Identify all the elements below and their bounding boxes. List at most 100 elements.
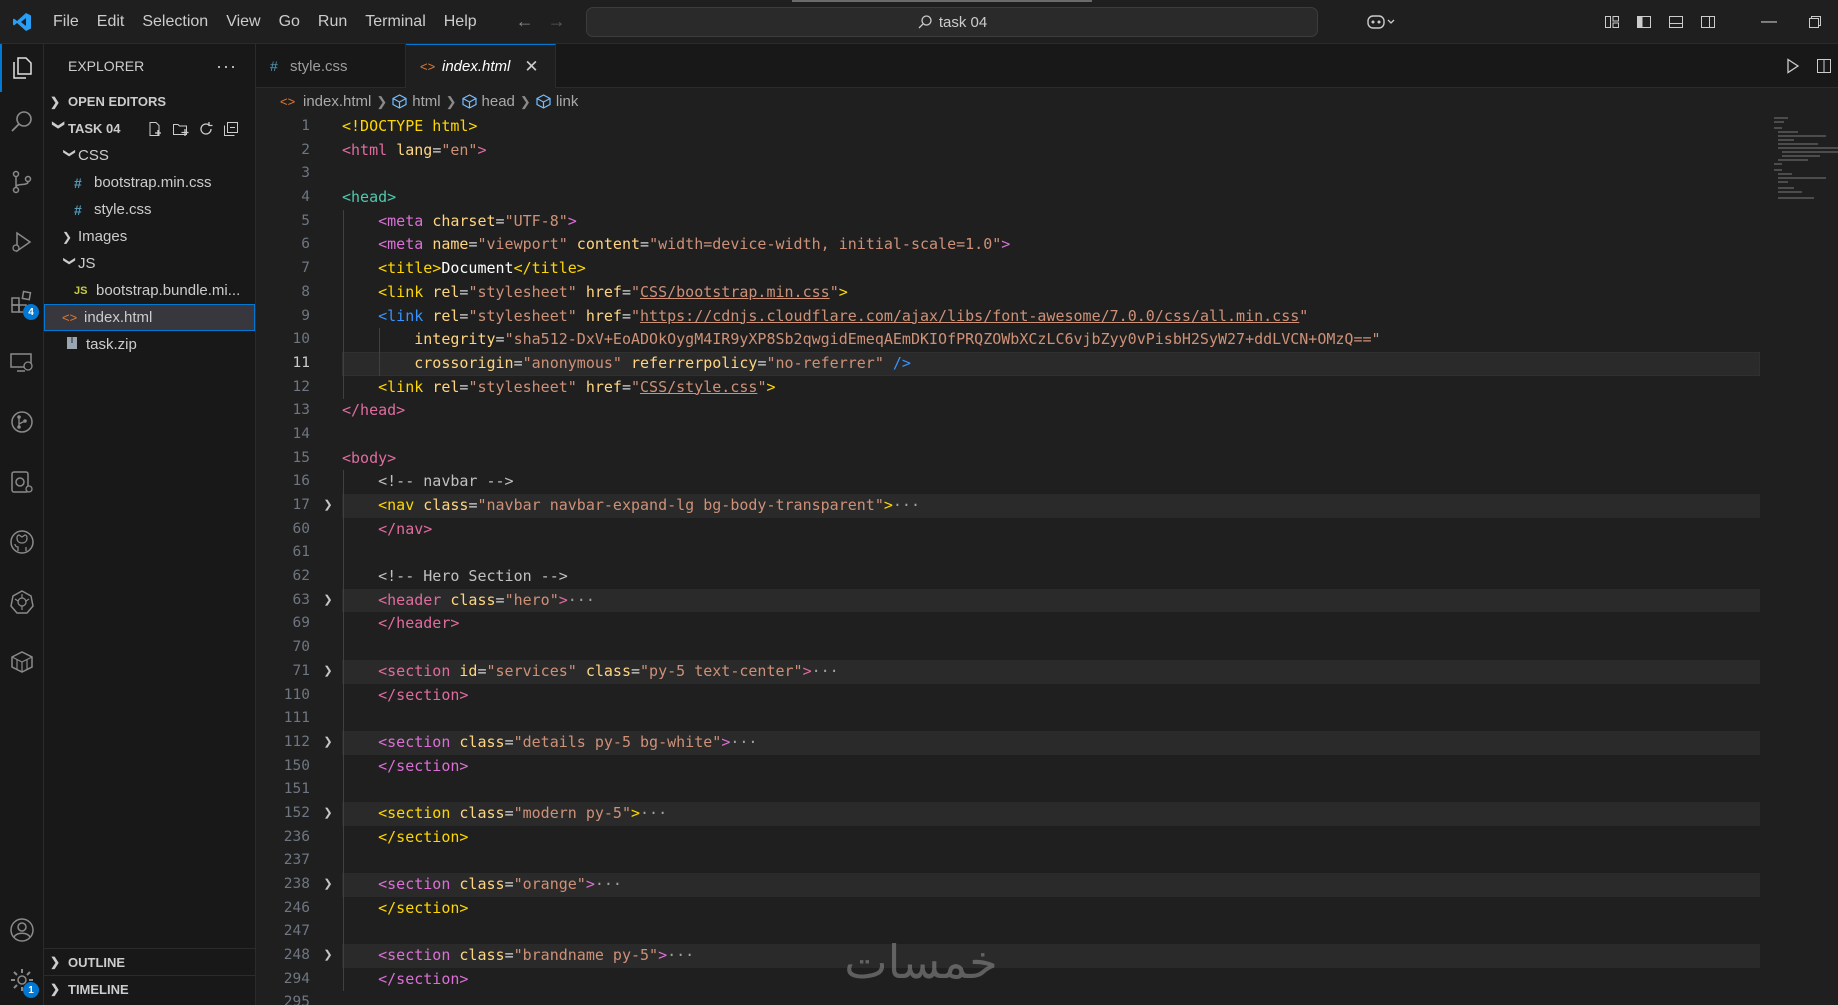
tree-label: task.zip xyxy=(86,336,137,353)
menu-selection[interactable]: Selection xyxy=(133,0,217,44)
project-section[interactable]: ❯ TASK 04 xyxy=(44,115,255,142)
chevron-right-icon: ❯ xyxy=(445,93,457,109)
fold-ellipsis-icon[interactable]: ··· xyxy=(893,496,920,514)
tag-token: <html xyxy=(342,140,397,159)
split-editor-icon[interactable] xyxy=(1816,58,1832,74)
indent-guide xyxy=(343,636,344,660)
tab-index-html[interactable]: <> index.html ✕ xyxy=(406,44,556,88)
file-index-html[interactable]: <> index.html xyxy=(44,304,255,331)
chevron-right-icon: ❯ xyxy=(376,93,388,109)
new-file-icon[interactable] xyxy=(147,121,163,137)
tree-label: index.html xyxy=(84,309,153,326)
indent-guide xyxy=(343,944,344,968)
breadcrumb-html[interactable]: html xyxy=(392,93,441,110)
code-line: <link rel="stylesheet" href="CSS/bootstr… xyxy=(342,280,1760,305)
code-line: </section> xyxy=(342,683,1760,708)
remote-explorer-icon[interactable] xyxy=(0,338,44,386)
git-graph-icon[interactable] xyxy=(0,398,44,446)
explorer-sidebar: EXPLORER ··· ❯ OPEN EDITORS ❯ TASK 04 ❯ … xyxy=(44,44,256,1005)
breadcrumb-head[interactable]: head xyxy=(461,93,515,110)
fold-ellipsis-icon[interactable]: ··· xyxy=(667,946,694,964)
folder-images[interactable]: ❯ Images xyxy=(44,223,255,250)
breadcrumb-file[interactable]: <> index.html xyxy=(280,93,371,110)
menu-help[interactable]: Help xyxy=(435,0,486,44)
menu-edit[interactable]: Edit xyxy=(88,0,134,44)
text-token: Document xyxy=(441,259,514,278)
timeline-section[interactable]: ❯ TIMELINE xyxy=(44,975,256,1002)
file-bootstrap-bundle-js[interactable]: JS bootstrap.bundle.mi... xyxy=(44,277,255,304)
indent-guide xyxy=(343,967,344,992)
live-share-icon[interactable] xyxy=(0,458,44,506)
customize-layout-icon[interactable] xyxy=(1596,0,1628,44)
fold-ellipsis-icon[interactable]: ··· xyxy=(595,875,622,893)
fold-chevron-icon[interactable]: ❯ xyxy=(320,731,336,755)
back-arrow-icon[interactable]: ← xyxy=(516,11,534,32)
menu-go[interactable]: Go xyxy=(270,0,309,44)
search-icon[interactable] xyxy=(0,98,44,146)
explorer-icon[interactable] xyxy=(0,44,44,92)
menu-file[interactable]: File xyxy=(44,0,88,44)
attr-token: rel xyxy=(432,377,460,396)
file-task-zip[interactable]: task.zip xyxy=(44,331,255,358)
more-actions-icon[interactable]: ··· xyxy=(216,56,237,77)
kubernetes-icon[interactable] xyxy=(0,578,44,626)
attr-token: rel xyxy=(432,282,460,301)
fold-chevron-icon[interactable]: ❯ xyxy=(320,873,336,897)
minimap[interactable] xyxy=(1770,115,1838,205)
toggle-secondary-sidebar-icon[interactable] xyxy=(1692,0,1724,44)
outline-section[interactable]: ❯ OUTLINE xyxy=(44,948,256,975)
run-icon[interactable] xyxy=(1786,58,1800,74)
indent-guide xyxy=(343,375,344,400)
extensions-icon[interactable]: 4 xyxy=(0,278,44,326)
indent-guide xyxy=(343,849,344,873)
menu-run[interactable]: Run xyxy=(309,0,356,44)
tag-token: </section> xyxy=(378,756,469,775)
manage-gear-icon[interactable]: 1 xyxy=(0,956,44,1004)
breadcrumb-link[interactable]: link xyxy=(536,93,578,110)
folder-css[interactable]: ❯ CSS xyxy=(44,142,255,169)
collapse-all-icon[interactable] xyxy=(223,121,239,137)
code-line xyxy=(342,541,1760,566)
restore-button[interactable] xyxy=(1792,0,1838,44)
fold-chevron-icon[interactable]: ❯ xyxy=(320,494,336,518)
menu-terminal[interactable]: Terminal xyxy=(356,0,434,44)
fold-ellipsis-icon[interactable]: ··· xyxy=(730,733,757,751)
account-icon[interactable] xyxy=(0,906,44,954)
editor-tabs: # style.css <> index.html ✕ xyxy=(256,44,1838,88)
tab-style-css[interactable]: # style.css xyxy=(256,44,406,88)
forward-arrow-icon[interactable]: → xyxy=(548,11,566,32)
folder-js[interactable]: ❯ JS xyxy=(44,250,255,277)
file-bootstrap-min-css[interactable]: # bootstrap.min.css xyxy=(44,169,255,196)
run-debug-icon[interactable] xyxy=(0,218,44,266)
fold-ellipsis-icon[interactable]: ··· xyxy=(640,804,667,822)
copilot-icon[interactable] xyxy=(1356,0,1406,44)
command-center-search[interactable]: task 04 xyxy=(586,7,1318,37)
open-editors-section[interactable]: ❯ OPEN EDITORS xyxy=(44,88,255,115)
fold-ellipsis-icon[interactable]: ··· xyxy=(812,662,839,680)
fold-chevron-icon[interactable]: ❯ xyxy=(320,944,336,968)
string-token: "py-5 text-center" xyxy=(640,661,803,680)
refresh-icon[interactable] xyxy=(198,121,214,137)
new-folder-icon[interactable] xyxy=(172,121,189,137)
breadcrumb: <> index.html ❯ html ❯ head ❯ link xyxy=(256,88,1838,115)
activity-bar: 4 1 xyxy=(0,44,44,1005)
fold-chevron-icon[interactable]: ❯ xyxy=(320,589,336,613)
minimize-button[interactable]: — xyxy=(1746,0,1792,44)
file-style-css[interactable]: # style.css xyxy=(44,196,255,223)
toggle-sidebar-icon[interactable] xyxy=(1628,0,1660,44)
containers-icon[interactable] xyxy=(0,638,44,686)
indent-guide xyxy=(343,541,344,566)
menu-view[interactable]: View xyxy=(217,0,269,44)
code-editor[interactable]: 1 2 3 4 5 6 7 8 9 10 11 12 13 14 15 16 1… xyxy=(256,115,1838,1005)
github-icon[interactable] xyxy=(0,518,44,566)
link-token[interactable]: https://cdnjs.cloudflare.com/ajax/libs/f… xyxy=(640,307,1299,325)
link-token[interactable]: CSS/bootstrap.min.css xyxy=(640,283,830,301)
fold-chevron-icon[interactable]: ❯ xyxy=(320,660,336,684)
link-token[interactable]: CSS/style.css xyxy=(640,378,757,396)
close-icon[interactable]: ✕ xyxy=(524,57,538,77)
fold-ellipsis-icon[interactable]: ··· xyxy=(568,591,595,609)
tag-token: <link xyxy=(378,282,433,301)
toggle-panel-icon[interactable] xyxy=(1660,0,1692,44)
source-control-icon[interactable] xyxy=(0,158,44,206)
fold-chevron-icon[interactable]: ❯ xyxy=(320,802,336,826)
